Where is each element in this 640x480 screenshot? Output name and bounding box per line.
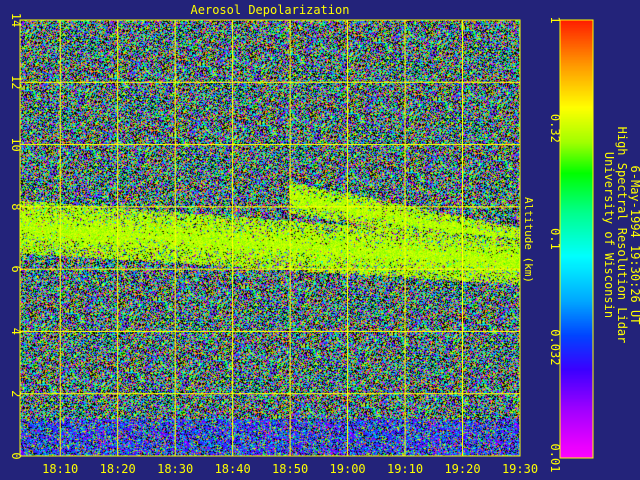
x-tick-label: 19:20 [444, 462, 480, 476]
colorbar-tick-label: 0.01 [548, 444, 562, 473]
y-tick-label: 8 [9, 203, 23, 210]
colorbar-tick-label: 0.32 [548, 114, 562, 143]
colorbar [560, 20, 593, 458]
y-axis-label: Altitude (km) [522, 197, 535, 283]
lidar-figure: Aerosol Depolarization 18:10 18:20 18:30 18… [0, 0, 640, 480]
credit-timestamp: 6-May-1994 19:30:26 UT [628, 166, 640, 325]
colorbar-canvas [560, 20, 593, 458]
x-tick-label: 18:30 [157, 462, 193, 476]
colorbar-tick-label: 1 [548, 16, 562, 23]
x-tick-label: 19:10 [387, 462, 423, 476]
colorbar-tick-label: 0.1 [548, 228, 562, 250]
y-tick-label: 6 [9, 266, 23, 273]
x-tick-label: 18:40 [215, 462, 251, 476]
y-tick-label: 12 [9, 75, 23, 89]
y-tick-label: 2 [9, 390, 23, 397]
y-tick-label: 14 [9, 13, 23, 27]
credit-institution: University of Wisconsin [602, 152, 616, 318]
x-tick-label: 18:50 [272, 462, 308, 476]
y-tick-label: 4 [9, 328, 23, 335]
colorbar-tick-label: 0.032 [548, 329, 562, 365]
x-tick-label: 18:10 [42, 462, 78, 476]
y-tick-label: 0 [9, 452, 23, 459]
credit-instrument: High Spectral Resolution Lidar [615, 127, 629, 344]
x-tick-label: 19:30 [502, 462, 538, 476]
heatmap-plot [20, 20, 520, 456]
x-axis-ticks: 18:10 18:20 18:30 18:40 18:50 19:00 19:10 19:20… [42, 462, 538, 476]
x-tick-label: 18:20 [100, 462, 136, 476]
y-tick-label: 10 [9, 137, 23, 151]
heatmap-canvas [20, 20, 520, 456]
x-tick-label: 19:00 [330, 462, 366, 476]
chart-title: Aerosol Depolarization [191, 3, 350, 17]
